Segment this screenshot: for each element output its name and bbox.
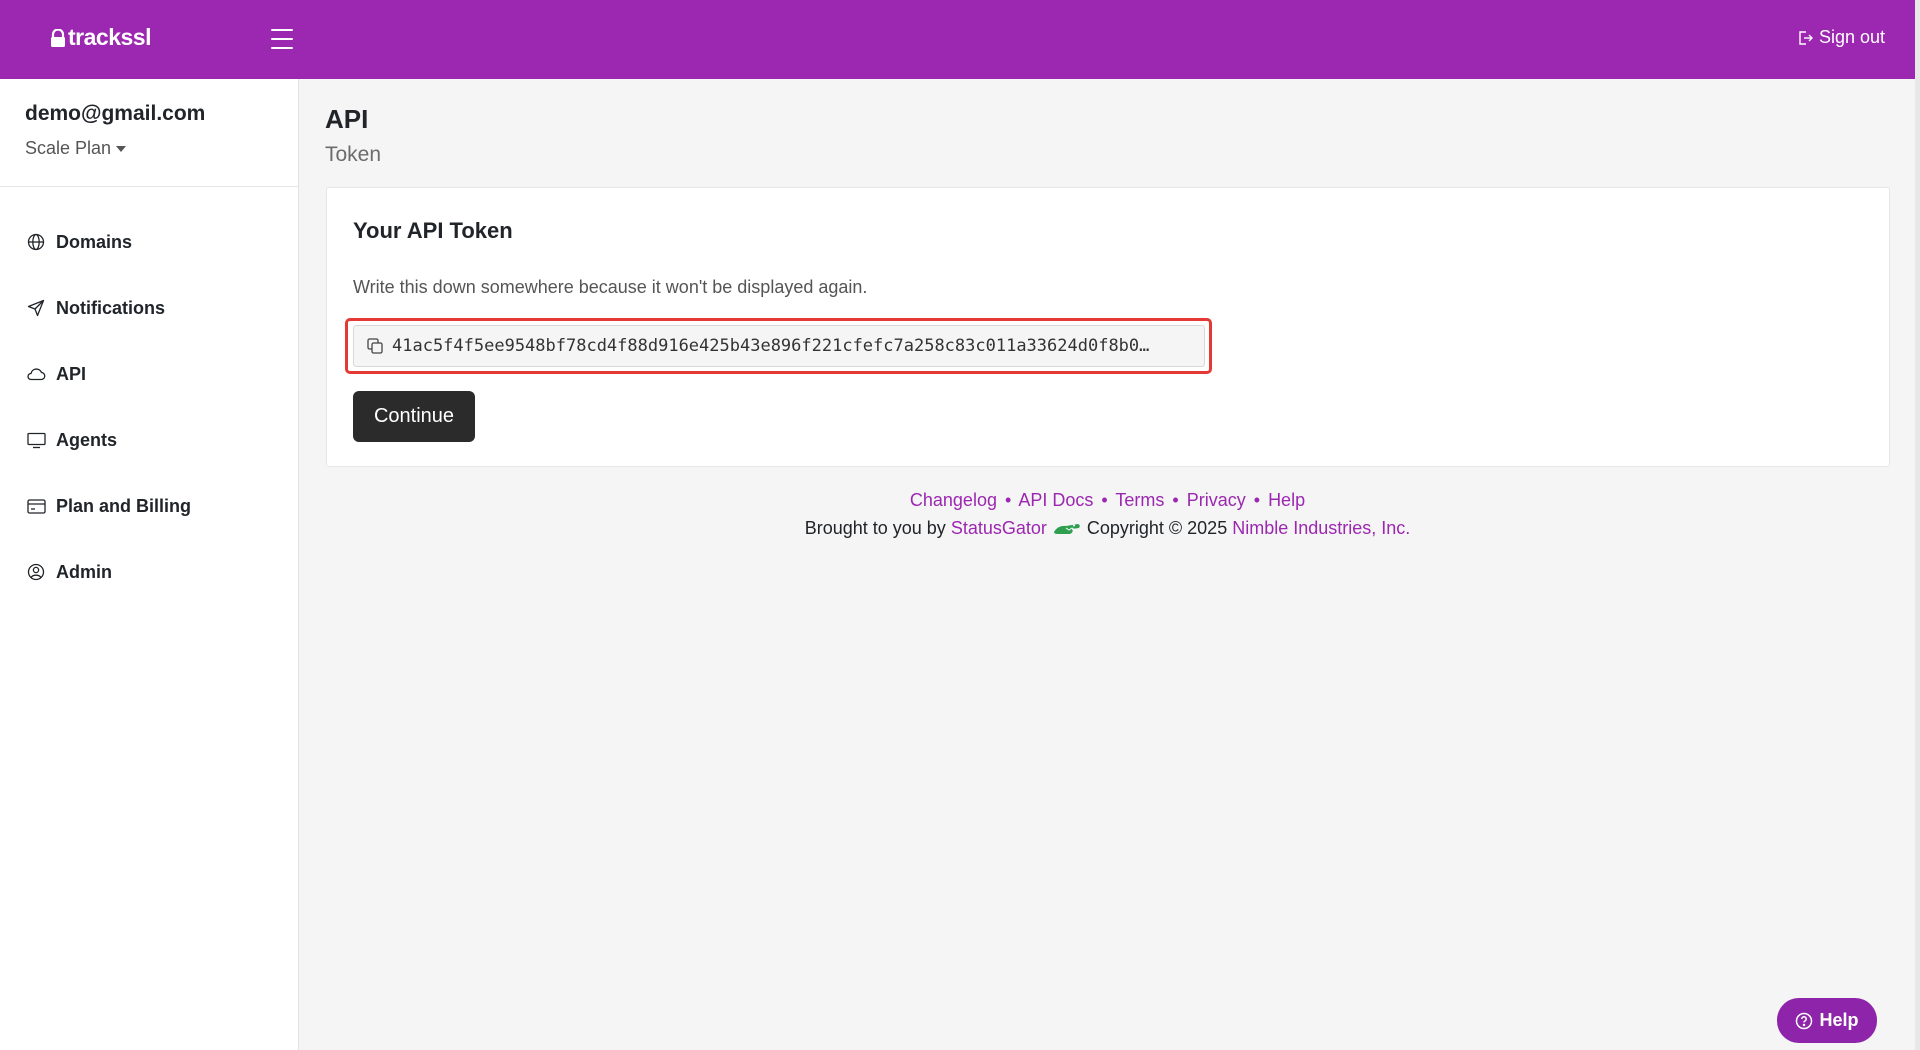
sidebar-item-agents[interactable]: Agents [0,407,298,473]
footer: Changelog • API Docs • Terms • Privacy •… [325,490,1890,539]
api-token-card: Your API Token Write this down somewhere… [326,187,1890,467]
sidebar: demo@gmail.com Scale Plan Domains Notifi… [0,79,299,1050]
sidebar-item-label: Notifications [56,297,166,318]
page-subtitle: Token [325,143,382,166]
help-widget-label: Help [1819,1010,1859,1030]
page-scrollbar[interactable] [1915,0,1920,1050]
send-icon [26,298,46,318]
sidebar-item-label: Plan and Billing [56,495,192,516]
alligator-icon [1053,523,1080,534]
card-title: Your API Token [353,218,513,243]
footer-separator: • [1101,490,1108,510]
plan-label: Scale Plan [25,138,112,158]
footer-link-terms[interactable]: Terms [1115,490,1164,510]
company-link[interactable]: Nimble Industries, Inc. [1232,518,1410,539]
footer-separator: • [1253,490,1261,510]
cloud-icon [26,364,46,384]
user-block: demo@gmail.com Scale Plan [0,79,298,187]
sidebar-nav: Domains Notifications API Agents Plan an… [0,187,298,605]
sidebar-item-api[interactable]: API [0,341,298,407]
sidebar-item-domains[interactable]: Domains [0,209,298,275]
globe-icon [26,232,46,252]
api-token-value: 41ac5f4f5ee9548bf78cd4f88d916e425b43e896… [392,336,1150,356]
sidebar-item-notifications[interactable]: Notifications [0,275,298,341]
page-title: API [325,104,369,134]
help-widget-button[interactable]: Help [1777,998,1877,1043]
user-circle-icon [26,562,46,582]
brought-by-text: Brought to you by [804,518,946,538]
card-note: Write this down somewhere because it won… [353,277,868,297]
top-navbar: trackssl Sign out [0,0,1915,79]
statusgator-link[interactable]: StatusGator [951,518,1047,539]
monitor-icon [26,430,46,450]
question-circle-icon [1796,1012,1813,1029]
sidebar-item-label: Admin [56,561,112,582]
footer-link-help[interactable]: Help [1268,490,1305,510]
copyright-text: Copyright © 2025 [1086,518,1228,538]
brand-name: trackssl [68,24,151,50]
footer-link-api-docs[interactable]: API Docs [1018,490,1093,510]
continue-button[interactable]: Continue [353,391,475,442]
plan-dropdown[interactable]: Scale Plan [25,138,298,159]
footer-links: Changelog • API Docs • Terms • Privacy •… [325,490,1890,511]
footer-link-changelog[interactable]: Changelog [910,490,997,510]
copy-icon[interactable] [366,337,384,355]
footer-credits: Brought to you by StatusGator Copyright … [325,518,1890,539]
lock-icon [51,28,65,47]
menu-toggle-icon[interactable] [270,27,294,51]
caret-down-icon [116,145,127,152]
sidebar-item-admin[interactable]: Admin [0,539,298,605]
sign-out-link[interactable]: Sign out [1797,27,1885,48]
user-email: demo@gmail.com [25,102,206,125]
sidebar-item-label: Domains [56,231,133,252]
sign-out-label: Sign out [1818,27,1885,47]
brand-logo[interactable]: trackssl [50,24,151,51]
sign-out-icon [1799,30,1813,45]
api-token-field[interactable]: 41ac5f4f5ee9548bf78cd4f88d916e425b43e896… [353,325,1205,367]
sidebar-item-label: API [56,363,87,384]
main-content: API Token Your API Token Write this down… [325,79,1890,538]
sidebar-item-label: Agents [56,429,118,450]
footer-separator: • [1004,490,1012,510]
credit-card-icon [26,496,46,516]
footer-separator: • [1172,490,1179,510]
sidebar-item-plan-and-billing[interactable]: Plan and Billing [0,473,298,539]
footer-link-privacy[interactable]: Privacy [1187,490,1246,510]
